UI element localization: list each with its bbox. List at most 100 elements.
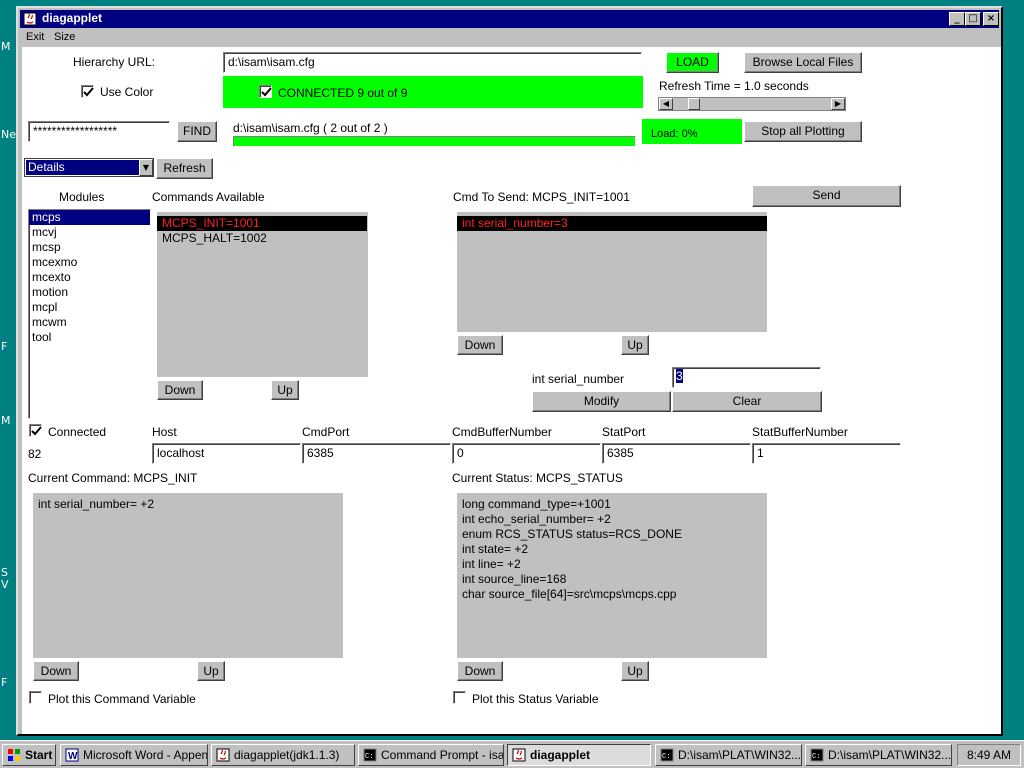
- current-command-up-button[interactable]: Up: [197, 661, 225, 681]
- cmd-to-send-down-button[interactable]: Down: [457, 335, 503, 355]
- checkmark-icon: [31, 426, 42, 436]
- plot-status-label: Plot this Status Variable: [472, 692, 599, 706]
- modify-button[interactable]: Modify: [532, 391, 671, 412]
- status-value-line: int source_line=168: [462, 572, 567, 586]
- connected-status-checkbox[interactable]: [259, 85, 272, 98]
- taskbar-task-label: diagapplet(jdk1.1.3): [234, 748, 340, 762]
- command-prompt-icon: C:: [810, 748, 824, 762]
- cmdbuffer-field[interactable]: 0: [452, 443, 601, 464]
- refresh-time-slider[interactable]: ◀ ▶: [658, 97, 846, 111]
- module-item[interactable]: mcpl: [29, 300, 150, 315]
- command-item[interactable]: MCPS_INIT=1001: [157, 216, 367, 231]
- current-status-panel: long command_type=+1001 int echo_serial_n…: [457, 493, 767, 658]
- refresh-button[interactable]: Refresh: [156, 158, 213, 179]
- commands-available-header: Commands Available: [152, 190, 265, 204]
- browse-local-files-button[interactable]: Browse Local Files: [744, 52, 862, 73]
- taskbar-task-button[interactable]: diagapplet(jdk1.1.3): [211, 744, 355, 766]
- module-item[interactable]: mcsp: [29, 240, 150, 255]
- taskbar-task-label: Microsoft Word - Appen...: [83, 748, 208, 762]
- status-value-line: char source_file[64]=src\mcps\mcps.cpp: [462, 587, 677, 601]
- send-button[interactable]: Send: [752, 185, 901, 207]
- desktop-fragment: M: [1, 414, 11, 427]
- plot-status-checkbox[interactable]: [453, 691, 466, 704]
- module-item[interactable]: tool: [29, 330, 150, 345]
- current-status-header: Current Status: MCPS_STATUS: [452, 471, 623, 485]
- menu-size[interactable]: Size: [54, 31, 75, 43]
- host-field[interactable]: localhost: [152, 443, 301, 464]
- slider-thumb[interactable]: [687, 98, 700, 110]
- close-button[interactable]: ×: [983, 12, 999, 26]
- current-command-down-button[interactable]: Down: [33, 661, 79, 681]
- slider-left-arrow-icon[interactable]: ◀: [659, 98, 673, 110]
- title-bar[interactable]: diagapplet _ □ ×: [20, 10, 999, 28]
- menu-exit[interactable]: Exit: [26, 31, 44, 43]
- statbuffer-label: StatBufferNumber: [752, 425, 848, 439]
- module-item[interactable]: mcexto: [29, 270, 150, 285]
- clear-button[interactable]: Clear: [672, 391, 822, 412]
- load-button[interactable]: LOAD: [666, 52, 719, 73]
- use-color-checkbox[interactable]: [81, 85, 94, 98]
- cmd-to-send-up-button[interactable]: Up: [621, 335, 649, 355]
- word-icon: W: [65, 748, 79, 762]
- find-button[interactable]: FIND: [177, 121, 217, 142]
- load-percent-label: Load: 0%: [651, 128, 698, 140]
- connection-status-text: CONNECTED 9 out of 9: [278, 86, 408, 100]
- view-select[interactable]: Details ▼: [24, 158, 154, 177]
- connected-checkbox[interactable]: [29, 424, 42, 437]
- module-item[interactable]: mcvj: [29, 225, 150, 240]
- statport-label: StatPort: [602, 425, 646, 439]
- taskbar-task-button[interactable]: W Microsoft Word - Appen...: [60, 744, 208, 766]
- status-value-line: int line= +2: [462, 557, 521, 571]
- start-button[interactable]: Start: [2, 744, 56, 766]
- current-command-panel: int serial_number= +2: [33, 493, 343, 658]
- cmdport-field[interactable]: 6385: [302, 443, 451, 464]
- chevron-down-icon[interactable]: ▼: [139, 159, 153, 176]
- current-command-values: int serial_number= +2: [38, 497, 343, 512]
- current-status-down-button[interactable]: Down: [457, 661, 503, 681]
- cmd-to-send-list[interactable]: int serial_number=3: [457, 212, 767, 231]
- module-item[interactable]: mcwm: [29, 315, 150, 330]
- stop-all-plotting-button[interactable]: Stop all Plotting: [744, 121, 862, 142]
- serial-number-field[interactable]: 3: [672, 367, 821, 388]
- module-item[interactable]: motion: [29, 285, 150, 300]
- taskbar-task-label: D:\isam\PLAT\WIN32...: [828, 748, 952, 762]
- taskbar-task-label: diagapplet: [530, 748, 591, 762]
- commands-list[interactable]: MCPS_INIT=1001 MCPS_HALT=1002: [157, 212, 368, 246]
- command-value-line: int serial_number= +2: [38, 497, 155, 511]
- taskbar: Start W Microsoft Word - Appen... diagappl…: [0, 740, 1024, 768]
- hierarchy-url-label: Hierarchy URL:: [73, 55, 156, 69]
- plot-command-checkbox[interactable]: [29, 691, 42, 704]
- module-item[interactable]: mcps: [29, 210, 150, 225]
- svg-text:C:: C:: [812, 753, 820, 761]
- desktop-fragment: V: [1, 578, 9, 591]
- command-item[interactable]: MCPS_HALT=1002: [157, 231, 367, 246]
- slider-right-arrow-icon[interactable]: ▶: [831, 98, 845, 110]
- modules-header: Modules: [59, 190, 105, 204]
- hierarchy-url-field[interactable]: d:\isam\isam.cfg: [223, 52, 642, 73]
- commands-up-button[interactable]: Up: [271, 380, 299, 400]
- modules-list[interactable]: mcps mcvj mcsp mcexmo mcexto motion mcpl mcwm to…: [28, 209, 151, 419]
- module-item[interactable]: mcexmo: [29, 255, 150, 270]
- search-field[interactable]: ******************: [28, 121, 170, 142]
- taskbar-task-button[interactable]: C: D:\isam\PLAT\WIN32...: [805, 744, 952, 766]
- maximize-button[interactable]: □: [965, 12, 981, 26]
- statbuffer-field[interactable]: 1: [752, 443, 901, 464]
- java-icon: [512, 748, 526, 762]
- connected-label: Connected: [48, 425, 107, 439]
- taskbar-task-button[interactable]: C: Command Prompt - isam...: [358, 744, 504, 766]
- java-icon: [23, 12, 37, 26]
- statport-field[interactable]: 6385: [602, 443, 751, 464]
- svg-text:C:: C:: [365, 753, 373, 761]
- desktop-fragment: Ne: [1, 128, 16, 141]
- java-icon: [216, 748, 230, 762]
- cmd-to-send-item[interactable]: int serial_number=3: [457, 216, 767, 231]
- minimize-button[interactable]: _: [949, 12, 965, 26]
- current-status-up-button[interactable]: Up: [621, 661, 649, 681]
- taskbar-task-button[interactable]: diagapplet: [507, 744, 651, 766]
- commands-down-button[interactable]: Down: [157, 380, 203, 400]
- taskbar-task-button[interactable]: C: D:\isam\PLAT\WIN32...: [655, 744, 802, 766]
- view-select-value: Details: [26, 160, 139, 175]
- serial-number-value: 3: [676, 369, 683, 383]
- desktop-fragment: M: [1, 40, 11, 53]
- progress-fill: [234, 137, 635, 146]
